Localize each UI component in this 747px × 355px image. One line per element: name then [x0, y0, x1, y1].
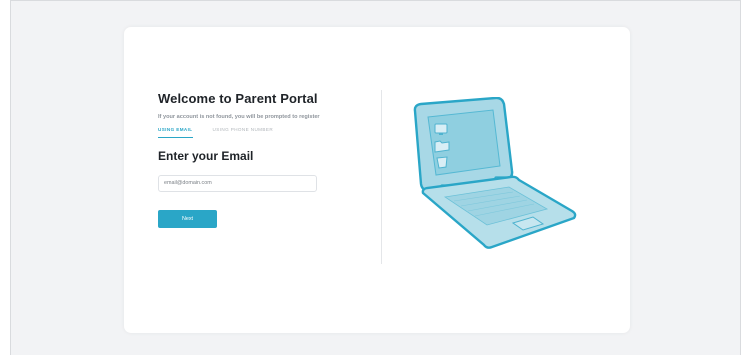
page-background: Welcome to Parent Portal If your account…: [10, 0, 741, 355]
login-method-tabs: USING EMAIL USING PHONE NUMBER: [158, 127, 348, 139]
laptop-icon: [413, 97, 577, 249]
tab-using-phone-number[interactable]: USING PHONE NUMBER: [213, 127, 274, 139]
login-form: Welcome to Parent Portal If your account…: [158, 91, 348, 228]
page-title: Welcome to Parent Portal: [158, 91, 318, 106]
monitor-icon: [434, 123, 448, 134]
folder-icon: [434, 140, 450, 153]
register-hint: If your account is not found, you will b…: [158, 114, 320, 120]
trash-icon: [436, 156, 448, 169]
vertical-divider: [381, 90, 382, 264]
email-heading: Enter your Email: [158, 148, 254, 163]
login-card: Welcome to Parent Portal If your account…: [124, 27, 630, 333]
next-button[interactable]: Next: [158, 209, 217, 228]
tab-using-email[interactable]: USING EMAIL: [158, 127, 193, 139]
email-input[interactable]: [158, 174, 317, 192]
